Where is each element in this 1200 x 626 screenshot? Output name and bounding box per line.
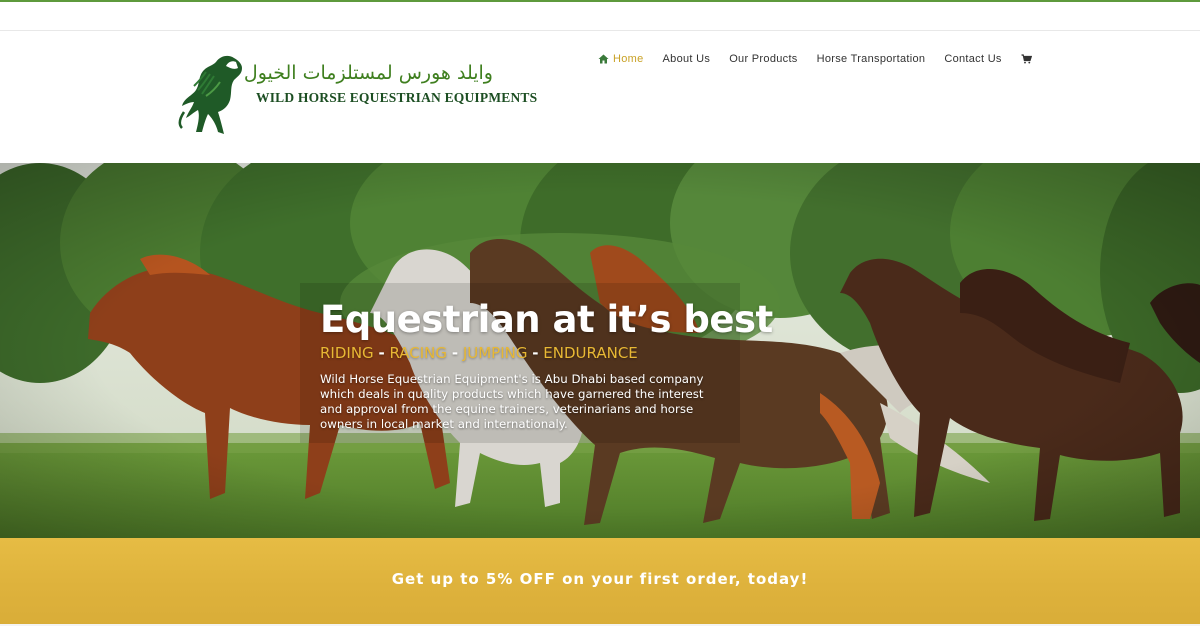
nav-item-about-us-label: About Us: [662, 53, 711, 65]
discipline-separator: -: [378, 344, 385, 362]
discipline-separator: -: [532, 344, 539, 362]
hero-title: Equestrian at it’s best: [320, 298, 773, 341]
horse-logo-icon: [178, 55, 242, 135]
promo-text: Get up to 5% OFF on your first order, to…: [391, 570, 809, 588]
nav-item-horse-transportation[interactable]: Horse Transportation: [817, 53, 926, 65]
nav-item-contact-us-label: Contact Us: [944, 53, 1002, 65]
nav-item-contact-us[interactable]: Contact Us: [944, 53, 1001, 65]
home-icon: [598, 54, 609, 64]
discipline-separator: -: [451, 344, 459, 362]
site-header: وايلد هورس لمستلزمات الخيول WILD HORSE E…: [0, 32, 1200, 163]
promo-banner: Get up to 5% OFF on your first order, to…: [0, 538, 1200, 626]
hero-description: Wild Horse Equestrian Equipment's is Abu…: [320, 372, 704, 431]
logo-arabic-text: وايلد هورس لمستلزمات الخيول: [243, 62, 493, 84]
site-logo[interactable]: وايلد هورس لمستلزمات الخيول WILD HORSE E…: [176, 52, 537, 144]
hero-banner: Equestrian at it’s best RIDING - RACING …: [0, 163, 1200, 538]
logo-english-text: WILD HORSE EQUESTRIAN EQUIPMENTS: [256, 90, 538, 105]
nav-item-our-products-label: Our Products: [729, 53, 798, 65]
nav-item-horse-transportation-label: Horse Transportation: [816, 53, 926, 65]
nav-item-about-us[interactable]: About Us: [663, 53, 711, 65]
discipline-riding: RIDING: [320, 344, 374, 362]
discipline-endurance: ENDURANCE: [543, 344, 638, 362]
hero-disciplines: RIDING - RACING - JUMPING - ENDURANCE: [320, 344, 638, 362]
cart-icon[interactable]: [1021, 54, 1032, 64]
nav-item-home[interactable]: Home: [598, 53, 644, 65]
discipline-jumping: JUMPING: [462, 344, 528, 362]
discipline-racing: RACING: [389, 344, 448, 362]
main-navigation: Home About Us Our Products Horse Transpo…: [598, 52, 1032, 66]
top-bar: [0, 2, 1200, 31]
nav-item-our-products[interactable]: Our Products: [729, 53, 797, 65]
nav-item-home-label: Home: [613, 53, 644, 65]
